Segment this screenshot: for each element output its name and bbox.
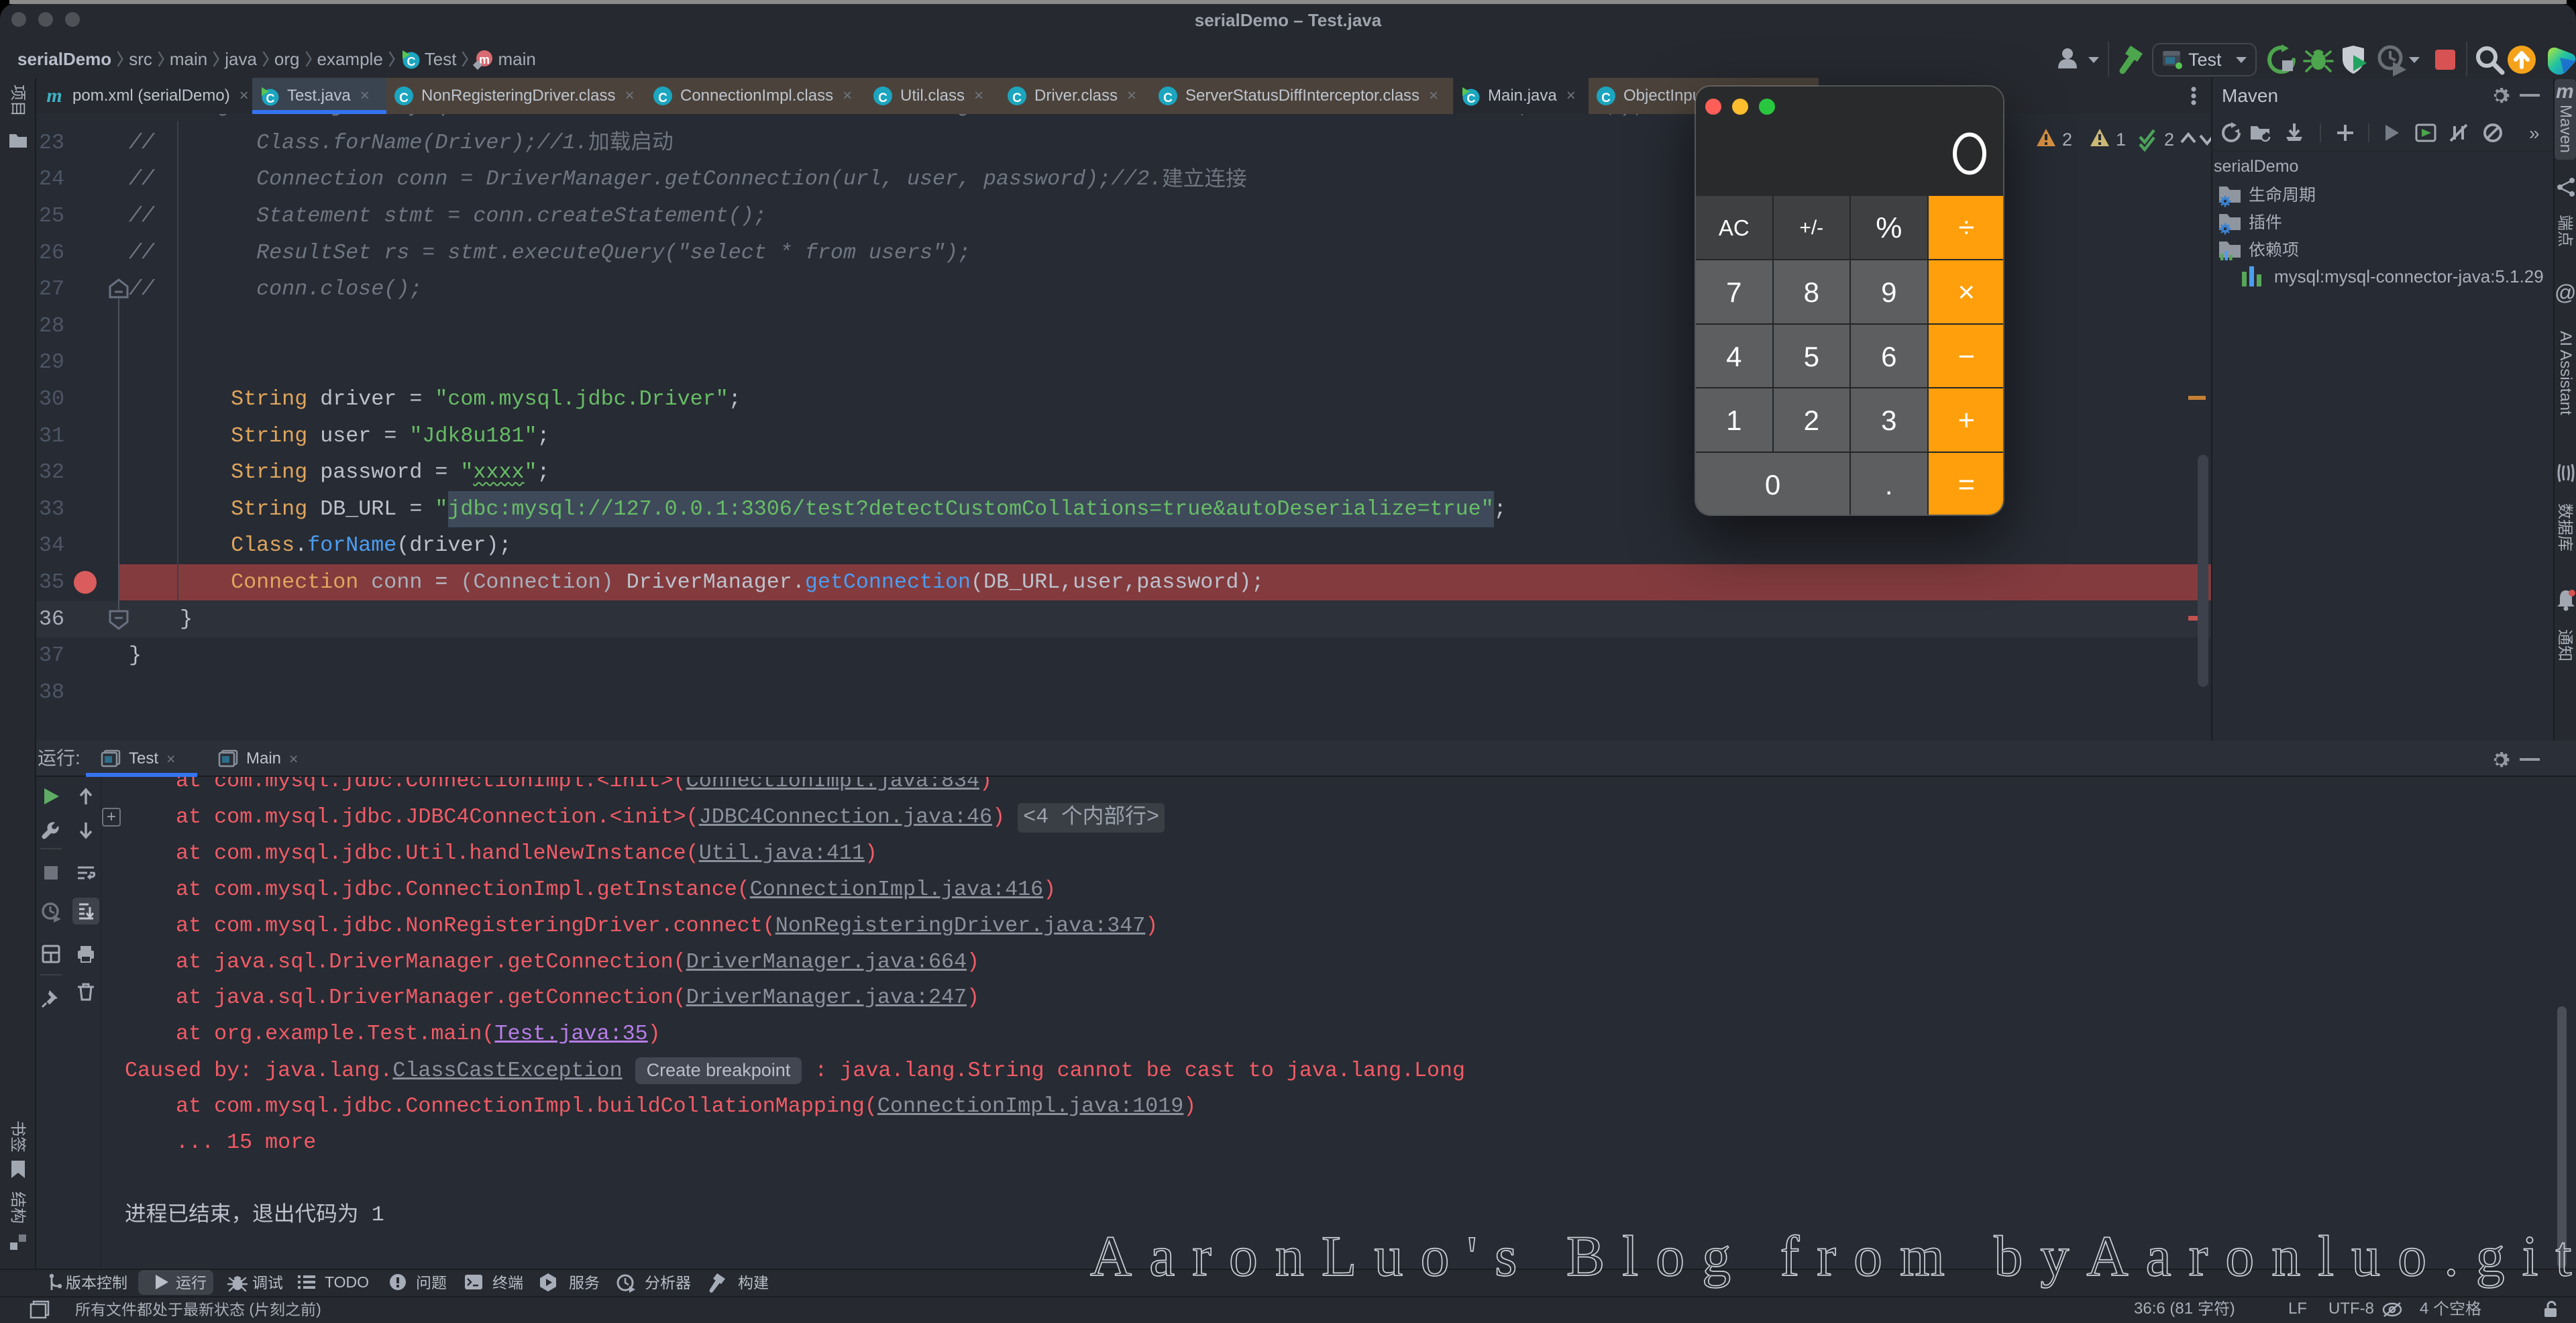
svg-text:C: C <box>407 55 415 68</box>
svg-text:C: C <box>878 91 888 105</box>
svg-text:C: C <box>1601 91 1611 105</box>
svg-text:C: C <box>266 92 275 105</box>
svg-text:2: 2 <box>2164 129 2174 150</box>
svg-text:C: C <box>1467 92 1476 105</box>
svg-text:C: C <box>1012 91 1022 105</box>
svg-text:2: 2 <box>2062 129 2072 150</box>
svg-text:m: m <box>46 85 62 107</box>
svg-text:C: C <box>1163 91 1173 105</box>
svg-text:C: C <box>399 91 409 105</box>
svg-text:1: 1 <box>2116 129 2126 150</box>
svg-text:C: C <box>658 91 667 105</box>
